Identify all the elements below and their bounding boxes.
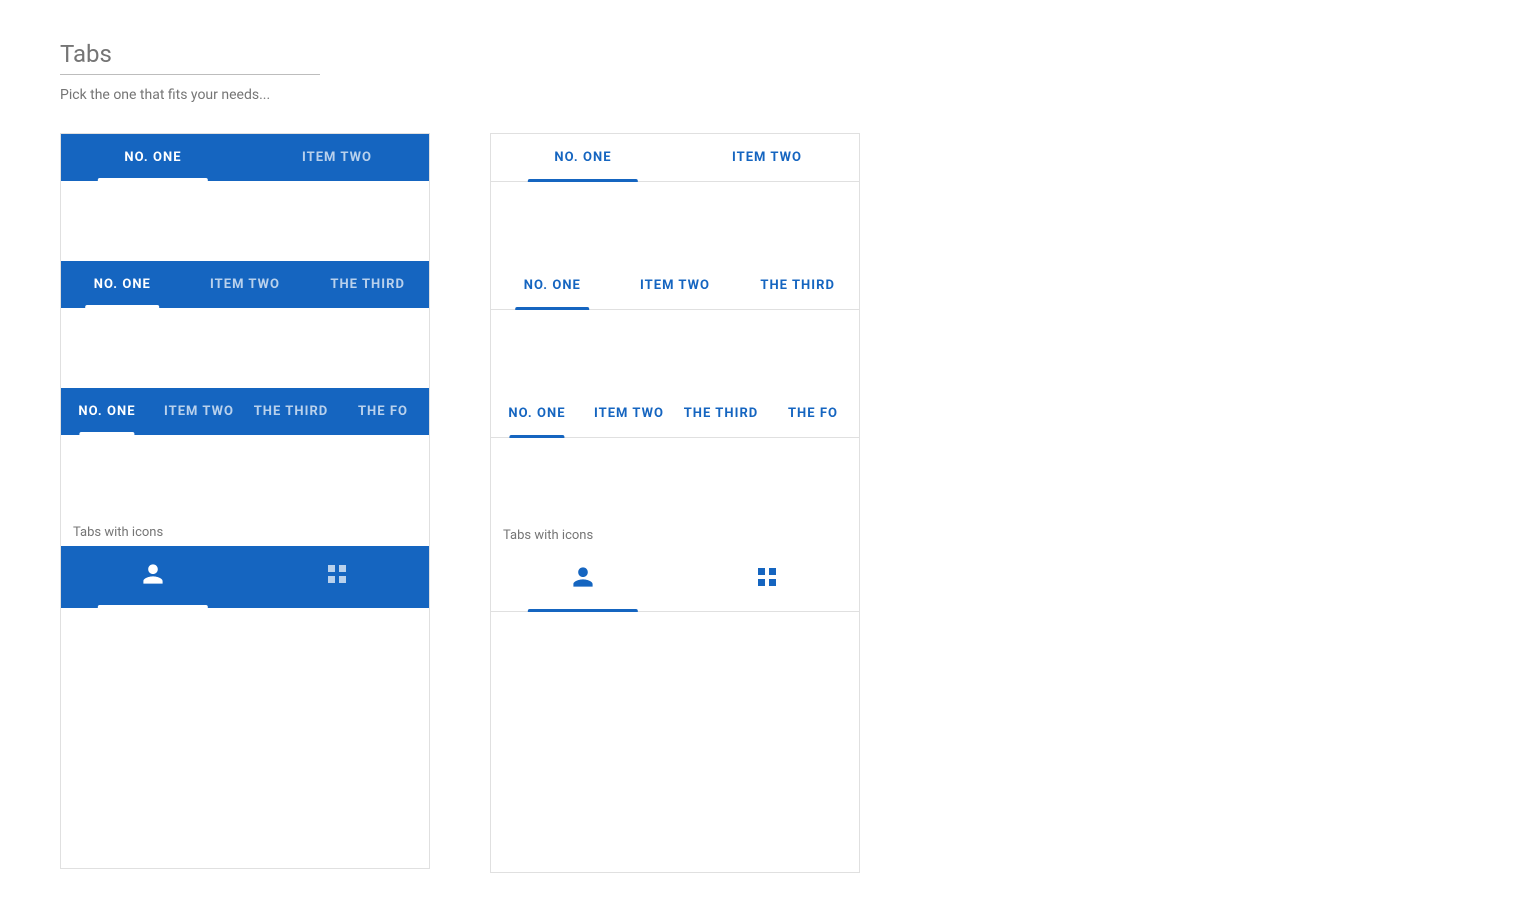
tab-item-two-4[interactable]: ITEM TWO bbox=[153, 388, 245, 435]
demo-card-filled: NO. ONE ITEM TWO NO. ONE ITEM TWO THE TH… bbox=[60, 133, 430, 869]
tab-item-two-out-4[interactable]: ITEM TWO bbox=[583, 390, 675, 437]
tab-bar-outlined-2: NO. ONE ITEM TWO bbox=[491, 134, 859, 182]
tab-item-two-out[interactable]: ITEM TWO bbox=[675, 134, 859, 181]
tab-content-filled-3 bbox=[61, 308, 429, 388]
tab-person-filled[interactable] bbox=[61, 546, 245, 608]
tab-bar-filled-4: NO. ONE ITEM TWO THE THIRD THE FO bbox=[61, 388, 429, 435]
tab-the-third-out-3[interactable]: THE THIRD bbox=[736, 262, 859, 309]
tab-no-one-out-4[interactable]: NO. ONE bbox=[491, 390, 583, 437]
section-label-filled-icons: Tabs with icons bbox=[61, 515, 429, 546]
tab-item-two-out-3[interactable]: ITEM TWO bbox=[614, 262, 737, 309]
tab-content-filled-4 bbox=[61, 435, 429, 515]
section-label-outlined-icons: Tabs with icons bbox=[491, 518, 859, 549]
tab-bar-outlined-3: NO. ONE ITEM TWO THE THIRD bbox=[491, 262, 859, 310]
tab-no-one-out[interactable]: NO. ONE bbox=[491, 134, 675, 181]
tab-the-third-4[interactable]: THE THIRD bbox=[245, 388, 337, 435]
tab-no-one-out-3[interactable]: NO. ONE bbox=[491, 262, 614, 309]
tab-the-fo-out-4[interactable]: THE FO bbox=[767, 390, 859, 437]
tab-no-one[interactable]: NO. ONE bbox=[61, 134, 245, 181]
tab-content-outlined-3 bbox=[491, 310, 859, 390]
page-title: Tabs bbox=[60, 40, 1458, 68]
tab-bar-filled-3: NO. ONE ITEM TWO THE THIRD bbox=[61, 261, 429, 308]
tab-the-fo-4[interactable]: THE FO bbox=[337, 388, 429, 435]
title-divider bbox=[60, 74, 320, 75]
tab-content-outlined-4 bbox=[491, 438, 859, 518]
demos-row: NO. ONE ITEM TWO NO. ONE ITEM TWO THE TH… bbox=[60, 133, 1458, 873]
person-icon-out bbox=[499, 565, 667, 595]
tab-bar-outlined-icons bbox=[491, 549, 859, 612]
tab-no-one-3[interactable]: NO. ONE bbox=[61, 261, 184, 308]
tab-grid-outlined[interactable] bbox=[675, 549, 859, 611]
demo-card-outlined: NO. ONE ITEM TWO NO. ONE ITEM TWO THE TH… bbox=[490, 133, 860, 873]
tab-bar-filled-icons bbox=[61, 546, 429, 608]
tab-the-third-3[interactable]: THE THIRD bbox=[306, 261, 429, 308]
tab-content-filled-2 bbox=[61, 181, 429, 261]
tab-no-one-4[interactable]: NO. ONE bbox=[61, 388, 153, 435]
page-subtitle: Pick the one that fits your needs... bbox=[60, 87, 1458, 103]
tab-item-two-3[interactable]: ITEM TWO bbox=[184, 261, 307, 308]
icon-tab-content-outlined bbox=[491, 612, 859, 872]
tab-bar-outlined-4: NO. ONE ITEM TWO THE THIRD THE FO bbox=[491, 390, 859, 438]
icon-tab-content-filled bbox=[61, 608, 429, 868]
grid-icon bbox=[253, 562, 421, 592]
tab-grid-filled[interactable] bbox=[245, 546, 429, 608]
person-icon bbox=[69, 562, 237, 592]
tab-person-outlined[interactable] bbox=[491, 549, 675, 611]
tab-content-outlined-2 bbox=[491, 182, 859, 262]
tab-the-third-out-4[interactable]: THE THIRD bbox=[675, 390, 767, 437]
tab-item-two[interactable]: ITEM TWO bbox=[245, 134, 429, 181]
grid-icon-out bbox=[683, 565, 851, 595]
tab-bar-filled-2: NO. ONE ITEM TWO bbox=[61, 134, 429, 181]
